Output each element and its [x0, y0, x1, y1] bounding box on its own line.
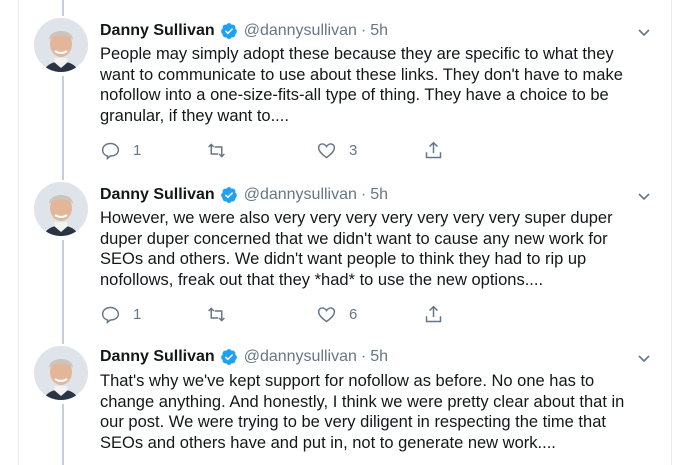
share-button[interactable] — [423, 304, 444, 325]
reply-button[interactable]: 1 — [100, 140, 141, 161]
like-button[interactable]: 6 — [316, 304, 357, 325]
tweet-actions: 1 3 — [100, 140, 460, 164]
retweet-button[interactable] — [206, 304, 239, 325]
reply-count: 1 — [133, 142, 142, 159]
separator-dot: · — [360, 348, 367, 365]
verified-badge-icon — [220, 187, 237, 203]
author-handle[interactable]: @dannysullivan — [244, 186, 357, 204]
separator-dot: · — [360, 22, 367, 39]
chevron-down-icon[interactable] — [636, 188, 652, 204]
avatar[interactable] — [34, 18, 88, 72]
author-handle[interactable]: @dannysullivan — [244, 348, 357, 366]
chevron-down-icon[interactable] — [636, 350, 652, 366]
reply-count: 1 — [133, 306, 142, 323]
tweet-text: People may simply adopt these because th… — [100, 45, 623, 125]
share-icon — [425, 141, 442, 159]
like-count: 3 — [349, 142, 358, 159]
share-icon — [425, 305, 442, 323]
author-name[interactable]: Danny Sullivan — [100, 186, 215, 204]
tweet-actions: 1 6 — [100, 304, 460, 328]
tweet-text: However, we were also very very very ver… — [100, 209, 613, 289]
like-button[interactable]: 3 — [316, 140, 357, 161]
verified-badge-icon — [220, 349, 237, 365]
tweet[interactable]: Danny Sullivan @dannysullivan · 5h Peopl… — [18, 0, 670, 164]
reply-icon — [101, 306, 120, 324]
tweet[interactable]: Danny Sullivan @dannysullivan · 5h Howev… — [18, 164, 670, 328]
like-count: 6 — [349, 306, 358, 323]
retweet-button[interactable] — [206, 140, 239, 161]
separator-dot: · — [360, 186, 367, 203]
author-handle[interactable]: @dannysullivan — [244, 22, 357, 40]
author-name[interactable]: Danny Sullivan — [100, 22, 215, 40]
avatar[interactable] — [34, 346, 88, 400]
share-button[interactable] — [423, 140, 444, 161]
heart-icon — [317, 143, 336, 159]
verified-badge-icon — [220, 23, 237, 39]
timestamp[interactable]: 5h — [370, 348, 388, 366]
timestamp[interactable]: 5h — [370, 186, 388, 204]
chevron-down-icon[interactable] — [636, 24, 652, 40]
author-name[interactable]: Danny Sullivan — [100, 348, 215, 366]
timestamp[interactable]: 5h — [370, 22, 388, 40]
tweet-text: That's why we've kept support for nofoll… — [100, 372, 625, 452]
tweet[interactable]: Danny Sullivan @dannysullivan · 5h That'… — [18, 328, 670, 465]
reply-icon — [101, 142, 120, 160]
avatar[interactable] — [34, 182, 88, 236]
heart-icon — [317, 307, 336, 323]
reply-button[interactable]: 1 — [100, 304, 141, 325]
retweet-icon — [208, 307, 225, 322]
retweet-icon — [208, 143, 225, 158]
